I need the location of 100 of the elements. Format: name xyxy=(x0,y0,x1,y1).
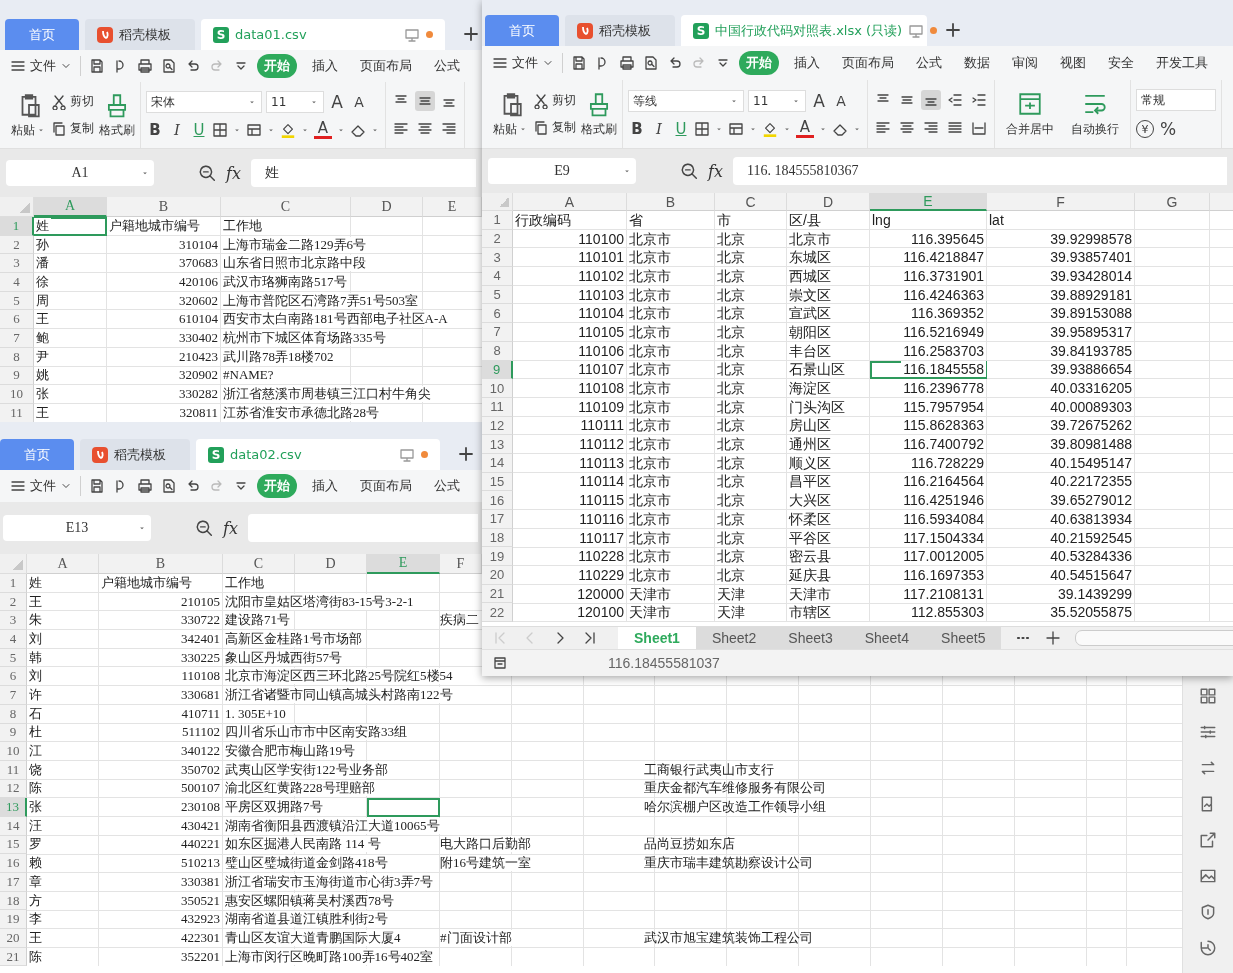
row-header[interactable]: 13 xyxy=(482,435,513,454)
row-header[interactable]: 10 xyxy=(482,379,513,398)
column-header[interactable]: F xyxy=(987,193,1135,211)
cell-style-icon[interactable] xyxy=(728,121,744,137)
row-header[interactable]: 10 xyxy=(0,385,34,404)
preview-icon[interactable] xyxy=(161,478,177,494)
column-header[interactable]: C xyxy=(221,197,351,217)
fill-bucket-icon[interactable] xyxy=(280,122,296,138)
copy-button[interactable]: 复制 xyxy=(533,119,576,136)
row-header[interactable]: 19 xyxy=(0,910,27,930)
active-cell[interactable] xyxy=(367,798,440,817)
copy-button[interactable]: 复制 xyxy=(51,120,94,137)
save-icon[interactable] xyxy=(571,55,587,71)
row-header[interactable]: 17 xyxy=(0,873,27,892)
row-header[interactable]: 4 xyxy=(482,267,513,286)
formula-input[interactable]: 116. 184555810367 xyxy=(732,157,1227,185)
ribbon-tab[interactable]: 安全 xyxy=(1101,51,1141,75)
document-tab[interactable]: 稻壳模板 xyxy=(565,15,675,46)
file-menu[interactable]: 文件 xyxy=(10,57,72,75)
sheet-tab[interactable]: Sheet5 xyxy=(925,627,1002,649)
ribbon-tab[interactable]: 公式 xyxy=(427,474,467,498)
search-icon[interactable] xyxy=(195,519,213,537)
document-tab[interactable]: 首页 xyxy=(0,439,74,470)
ribbon-tab[interactable]: 页面布局 xyxy=(353,474,419,498)
horizontal-scrollbar[interactable] xyxy=(1075,630,1233,646)
row-header[interactable]: 10 xyxy=(0,742,27,761)
column-header[interactable]: C xyxy=(223,554,295,574)
formula-input[interactable]: 姓 xyxy=(250,159,476,187)
grow-font-button[interactable]: A xyxy=(810,91,828,111)
borders-icon[interactable] xyxy=(212,122,228,138)
row-header[interactable]: 6 xyxy=(482,304,513,324)
ribbon-tab[interactable]: 插入 xyxy=(787,51,827,75)
sheet-tab[interactable]: Sheet1 xyxy=(618,627,696,649)
document-tab[interactable]: 稻壳模板 xyxy=(80,439,190,470)
bold-button[interactable]: B xyxy=(628,120,646,138)
column-header[interactable]: F xyxy=(440,554,482,574)
column-header[interactable]: A xyxy=(513,193,627,211)
align-bottom-icon[interactable] xyxy=(921,90,941,110)
column-header[interactable]: C xyxy=(715,193,787,211)
ribbon-tab[interactable]: 开发工具 xyxy=(1149,51,1215,75)
row-header[interactable]: 3 xyxy=(0,611,27,631)
row-header[interactable]: 7 xyxy=(482,323,513,342)
row-header[interactable]: 7 xyxy=(0,329,34,348)
history-icon[interactable] xyxy=(1199,939,1217,957)
row-header[interactable]: 16 xyxy=(0,854,27,873)
format-painter-button[interactable]: 格式刷 xyxy=(581,90,617,138)
column-header[interactable]: G xyxy=(1135,193,1210,211)
ribbon-tab[interactable]: 审阅 xyxy=(1005,51,1045,75)
name-box[interactable]: E13 xyxy=(3,515,151,541)
file-menu[interactable]: 文件 xyxy=(10,477,72,495)
document-tab[interactable]: S data01.csv xyxy=(201,19,445,50)
borders-icon[interactable] xyxy=(694,121,710,137)
cell-style-icon[interactable] xyxy=(246,122,262,138)
function-button[interactable]: fx xyxy=(708,161,723,181)
row-header[interactable]: 7 xyxy=(0,686,27,705)
paste-button[interactable]: 粘贴 xyxy=(493,90,528,138)
ribbon-tab[interactable]: 数据 xyxy=(957,51,997,75)
add-sheet-icon[interactable] xyxy=(1045,630,1062,646)
merge-button[interactable]: 合并居中 xyxy=(1000,90,1060,138)
grow-font-button[interactable]: A xyxy=(328,92,346,112)
sliders-icon[interactable] xyxy=(1199,723,1217,741)
row-header[interactable]: 20 xyxy=(0,929,27,948)
font-color-button[interactable]: A xyxy=(314,121,332,139)
column-header[interactable]: D xyxy=(351,197,423,217)
row-header[interactable]: 3 xyxy=(0,254,34,274)
ribbon-tab[interactable]: 插入 xyxy=(305,54,345,78)
name-box[interactable]: A1 xyxy=(6,160,154,186)
cut-button[interactable]: 剪切 xyxy=(51,93,94,110)
row-header[interactable]: 1 xyxy=(0,574,27,593)
row-header[interactable]: 4 xyxy=(0,630,27,649)
shrink-font-button[interactable]: A xyxy=(832,93,850,109)
save-icon[interactable] xyxy=(89,478,105,494)
align-middle-icon[interactable] xyxy=(415,91,435,111)
apps-icon[interactable] xyxy=(1199,687,1217,705)
monitor-icon[interactable] xyxy=(908,22,925,39)
save-icon[interactable] xyxy=(89,58,105,74)
font-select[interactable]: 宋体 xyxy=(146,91,262,113)
underline-button[interactable]: U xyxy=(190,121,208,139)
number-format-select[interactable]: 常规 xyxy=(1136,89,1216,111)
italic-button[interactable]: I xyxy=(168,121,186,139)
column-header[interactable]: B xyxy=(107,197,221,217)
percent-button[interactable]: % xyxy=(1158,119,1178,139)
preview-icon[interactable] xyxy=(161,58,177,74)
active-cell[interactable]: 116.1845558 xyxy=(870,360,987,380)
underline-button[interactable]: U xyxy=(672,120,690,138)
monitor-icon[interactable] xyxy=(404,26,420,43)
ribbon-tab[interactable]: 页面布局 xyxy=(353,54,419,78)
cut-button[interactable]: 剪切 xyxy=(533,92,576,109)
bold-button[interactable]: B xyxy=(146,121,164,139)
font-color-button[interactable]: A xyxy=(796,120,814,138)
active-cell[interactable]: 姓 xyxy=(34,217,107,236)
wrap-button[interactable]: 自动换行 xyxy=(1065,90,1125,138)
row-header[interactable]: 19 xyxy=(482,547,513,567)
print-icon[interactable] xyxy=(619,55,635,71)
column-header[interactable]: D xyxy=(295,554,367,574)
sheet-tab[interactable]: Sheet3 xyxy=(772,627,849,649)
font-size-select[interactable]: 11 xyxy=(748,90,806,112)
column-header[interactable]: B xyxy=(627,193,715,211)
ribbon-tab[interactable]: 开始 xyxy=(739,51,779,75)
shrink-font-button[interactable]: A xyxy=(350,94,368,110)
